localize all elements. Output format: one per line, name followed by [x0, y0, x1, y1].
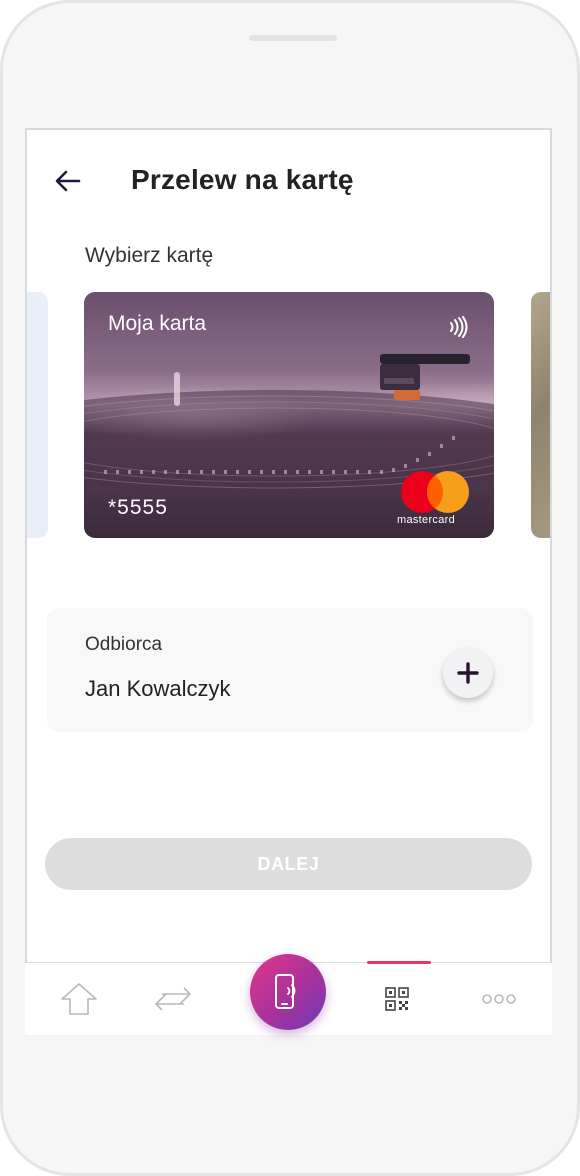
more-icon [482, 994, 516, 1004]
phone-speaker [249, 35, 337, 41]
nav-home[interactable] [57, 977, 101, 1021]
contactless-pay-button[interactable] [250, 954, 326, 1030]
nav-transfers[interactable] [151, 977, 195, 1021]
active-tab-indicator [367, 961, 431, 964]
choose-card-label: Wybierz kartę [85, 244, 214, 267]
nav-more[interactable] [477, 977, 521, 1021]
add-recipient-button[interactable] [443, 648, 493, 698]
plus-icon [457, 662, 479, 684]
nav-qr[interactable] [375, 977, 419, 1021]
arrow-left-icon [55, 170, 81, 192]
app-screen: Przelew na kartę Wybierz kartę Moja kart… [25, 128, 552, 1034]
card-network-label: mastercard [397, 514, 456, 526]
back-button[interactable] [53, 166, 83, 196]
transfer-icon [155, 987, 191, 1011]
previous-card-peek[interactable] [27, 292, 48, 538]
home-icon [61, 983, 97, 1015]
recipient-label: Odbiorca [85, 634, 163, 655]
recipient-field[interactable]: Odbiorca Jan Kowalczyk [47, 608, 533, 732]
payment-card[interactable]: Moja karta *5555 mastercard [84, 292, 494, 538]
phone-contactless-icon [275, 974, 296, 1009]
recipient-name: Jan Kowalczyk [85, 676, 231, 701]
contactless-icon [450, 316, 468, 338]
card-name: Moja karta [108, 312, 207, 335]
next-button[interactable]: DALEJ [45, 838, 532, 890]
next-card-peek[interactable] [531, 292, 550, 538]
qr-code-icon [385, 987, 409, 1011]
page-title: Przelew na kartę [131, 164, 354, 195]
card-number: *5555 [108, 496, 168, 519]
